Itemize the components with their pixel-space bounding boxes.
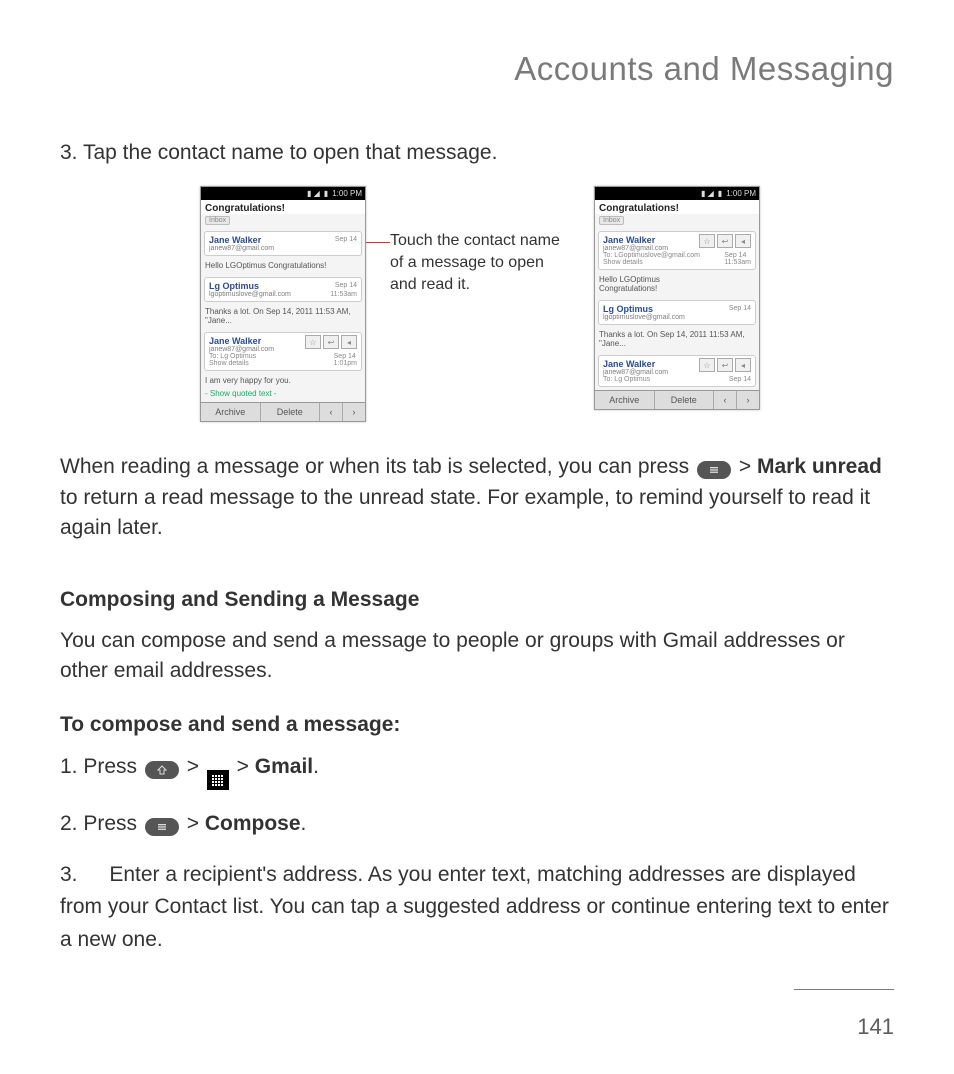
- msg-date: Sep 14: [335, 235, 357, 244]
- mark-unread-paragraph: When reading a message or when its tab i…: [60, 452, 894, 543]
- step-text: Tap the contact name to open that messag…: [83, 141, 497, 164]
- msg-sender-mail: lgoptimuslove@gmail.com: [603, 314, 751, 321]
- screenshot-left: ▮ ◢ ▮ 1:00 PM Congratulations! Inbox Sep…: [200, 186, 366, 422]
- show-quoted-link[interactable]: - Show quoted text -: [201, 389, 365, 402]
- older-button[interactable]: ‹: [714, 391, 737, 409]
- msg-preview-1: Hello LGOptimus Congratulations!: [201, 259, 365, 274]
- apps-grid-icon: [207, 770, 229, 790]
- composing-heading: Composing and Sending a Message: [60, 588, 894, 612]
- compose-step-2: 2. Press > Compose.: [60, 808, 894, 841]
- text: Press: [83, 755, 143, 778]
- msg-card-1-expanded[interactable]: ☆ ↩ ◂ Jane Walker janew87@gmail.com To: …: [598, 231, 756, 270]
- status-time: 1:00 PM: [726, 188, 756, 199]
- page-rule: [794, 989, 894, 990]
- screenshot-right: ▮ ◢ ▮ 1:00 PM Congratulations! Inbox ☆ ↩…: [594, 186, 760, 410]
- text: Press: [83, 812, 143, 835]
- battery-icon: ▮: [718, 188, 722, 199]
- callout-leader-line: [366, 242, 390, 243]
- msg-card-1[interactable]: Sep 14 Jane Walker janew87@gmail.com: [204, 231, 362, 256]
- msg-card-3-expanded[interactable]: ☆ ↩ ◂ Jane Walker janew87@gmail.com To: …: [204, 332, 362, 371]
- msg-date: Sep 14: [729, 304, 751, 313]
- msg-preview-2: Thanks a lot. On Sep 14, 2011 11:53 AM, …: [595, 328, 759, 352]
- step-number: 1.: [60, 755, 78, 778]
- inbox-label: Inbox: [599, 216, 624, 225]
- thread-subject: Congratulations!: [201, 200, 365, 214]
- signal-icon: ▮ ◢: [701, 188, 714, 199]
- home-key-icon: [145, 761, 179, 779]
- to-compose-heading: To compose and send a message:: [60, 713, 894, 737]
- thread-subject: Congratulations!: [595, 200, 759, 214]
- star-icon[interactable]: ☆: [699, 358, 715, 372]
- msg-action-buttons: ☆ ↩ ◂: [305, 335, 357, 349]
- msg-action-buttons: ☆ ↩ ◂: [699, 234, 751, 248]
- signal-icon: ▮ ◢: [307, 188, 320, 199]
- compose-step-1: 1. Press > > Gmail.: [60, 751, 894, 791]
- reply-icon[interactable]: ↩: [717, 234, 733, 248]
- reply-icon[interactable]: ↩: [323, 335, 339, 349]
- msg-sender-mail: janew87@gmail.com: [209, 245, 357, 252]
- figure-row: ▮ ◢ ▮ 1:00 PM Congratulations! Inbox Sep…: [200, 186, 894, 422]
- msg-to-line: To: LGoptimuslove@gmail.com Sep 1411:53a…: [603, 252, 751, 259]
- msg-card-2[interactable]: Sep 1411:53am Lg Optimus lgoptimuslove@g…: [204, 277, 362, 302]
- msg-date: Sep 1411:53am: [330, 281, 357, 299]
- step-text: Enter a recipient's address. As you ente…: [60, 863, 889, 951]
- sep: >: [187, 812, 205, 835]
- status-time: 1:00 PM: [332, 188, 362, 199]
- star-icon[interactable]: ☆: [699, 234, 715, 248]
- status-bar: ▮ ◢ ▮ 1:00 PM: [201, 187, 365, 200]
- msg-card-2[interactable]: Sep 14 Lg Optimus lgoptimuslove@gmail.co…: [598, 300, 756, 325]
- msg-body-3: I am very happy for you.: [201, 374, 365, 389]
- status-bar: ▮ ◢ ▮ 1:00 PM: [595, 187, 759, 200]
- archive-button[interactable]: Archive: [201, 403, 261, 421]
- menu-key-icon: [145, 818, 179, 836]
- step-3: 3. Tap the contact name to open that mes…: [60, 138, 894, 168]
- callout-text: Touch the contact name of a message to o…: [390, 232, 560, 292]
- sep: >: [187, 755, 205, 778]
- step-number: 3.: [60, 141, 78, 164]
- newer-button[interactable]: ›: [737, 391, 759, 409]
- archive-button[interactable]: Archive: [595, 391, 655, 409]
- composing-intro: You can compose and send a message to pe…: [60, 626, 894, 687]
- sep: >: [237, 755, 255, 778]
- thread-toolbar: Archive Delete ‹ ›: [595, 390, 759, 409]
- newer-button[interactable]: ›: [343, 403, 365, 421]
- msg-body-1: Hello LGOptimusCongratulations!: [595, 273, 759, 297]
- section-title: Accounts and Messaging: [60, 50, 894, 88]
- delete-button[interactable]: Delete: [261, 403, 321, 421]
- text: to return a read message to the unread s…: [60, 486, 870, 539]
- msg-to-line: To: Lg Optimus Sep 141:01pm: [209, 353, 357, 360]
- msg-to-line: To: Lg Optimus Sep 14: [603, 376, 751, 383]
- inbox-label: Inbox: [205, 216, 230, 225]
- chevron-left-icon[interactable]: ◂: [735, 234, 751, 248]
- text: When reading a message or when its tab i…: [60, 455, 695, 478]
- reply-icon[interactable]: ↩: [717, 358, 733, 372]
- star-icon[interactable]: ☆: [305, 335, 321, 349]
- msg-card-3[interactable]: ☆ ↩ ◂ Jane Walker janew87@gmail.com To: …: [598, 355, 756, 387]
- delete-button[interactable]: Delete: [655, 391, 715, 409]
- msg-preview-2: Thanks a lot. On Sep 14, 2011 11:53 AM, …: [201, 305, 365, 329]
- compose-step-3: 3. Enter a recipient's address. As you e…: [60, 859, 894, 957]
- sep: >: [739, 455, 757, 478]
- msg-action-buttons: ☆ ↩ ◂: [699, 358, 751, 372]
- manual-page: Accounts and Messaging 3. Tap the contac…: [0, 0, 954, 1074]
- chevron-left-icon[interactable]: ◂: [341, 335, 357, 349]
- menu-key-icon: [697, 461, 731, 479]
- step-number: 2.: [60, 812, 78, 835]
- compose-label: Compose: [205, 812, 301, 835]
- thread-toolbar: Archive Delete ‹ ›: [201, 402, 365, 421]
- figure-callout: Touch the contact name of a message to o…: [390, 186, 570, 295]
- mark-unread-label: Mark unread: [757, 455, 882, 478]
- page-number: 141: [857, 1014, 894, 1040]
- gmail-label: Gmail: [255, 755, 313, 778]
- step-number: 3.: [60, 863, 78, 886]
- older-button[interactable]: ‹: [320, 403, 343, 421]
- battery-icon: ▮: [324, 188, 328, 199]
- chevron-left-icon[interactable]: ◂: [735, 358, 751, 372]
